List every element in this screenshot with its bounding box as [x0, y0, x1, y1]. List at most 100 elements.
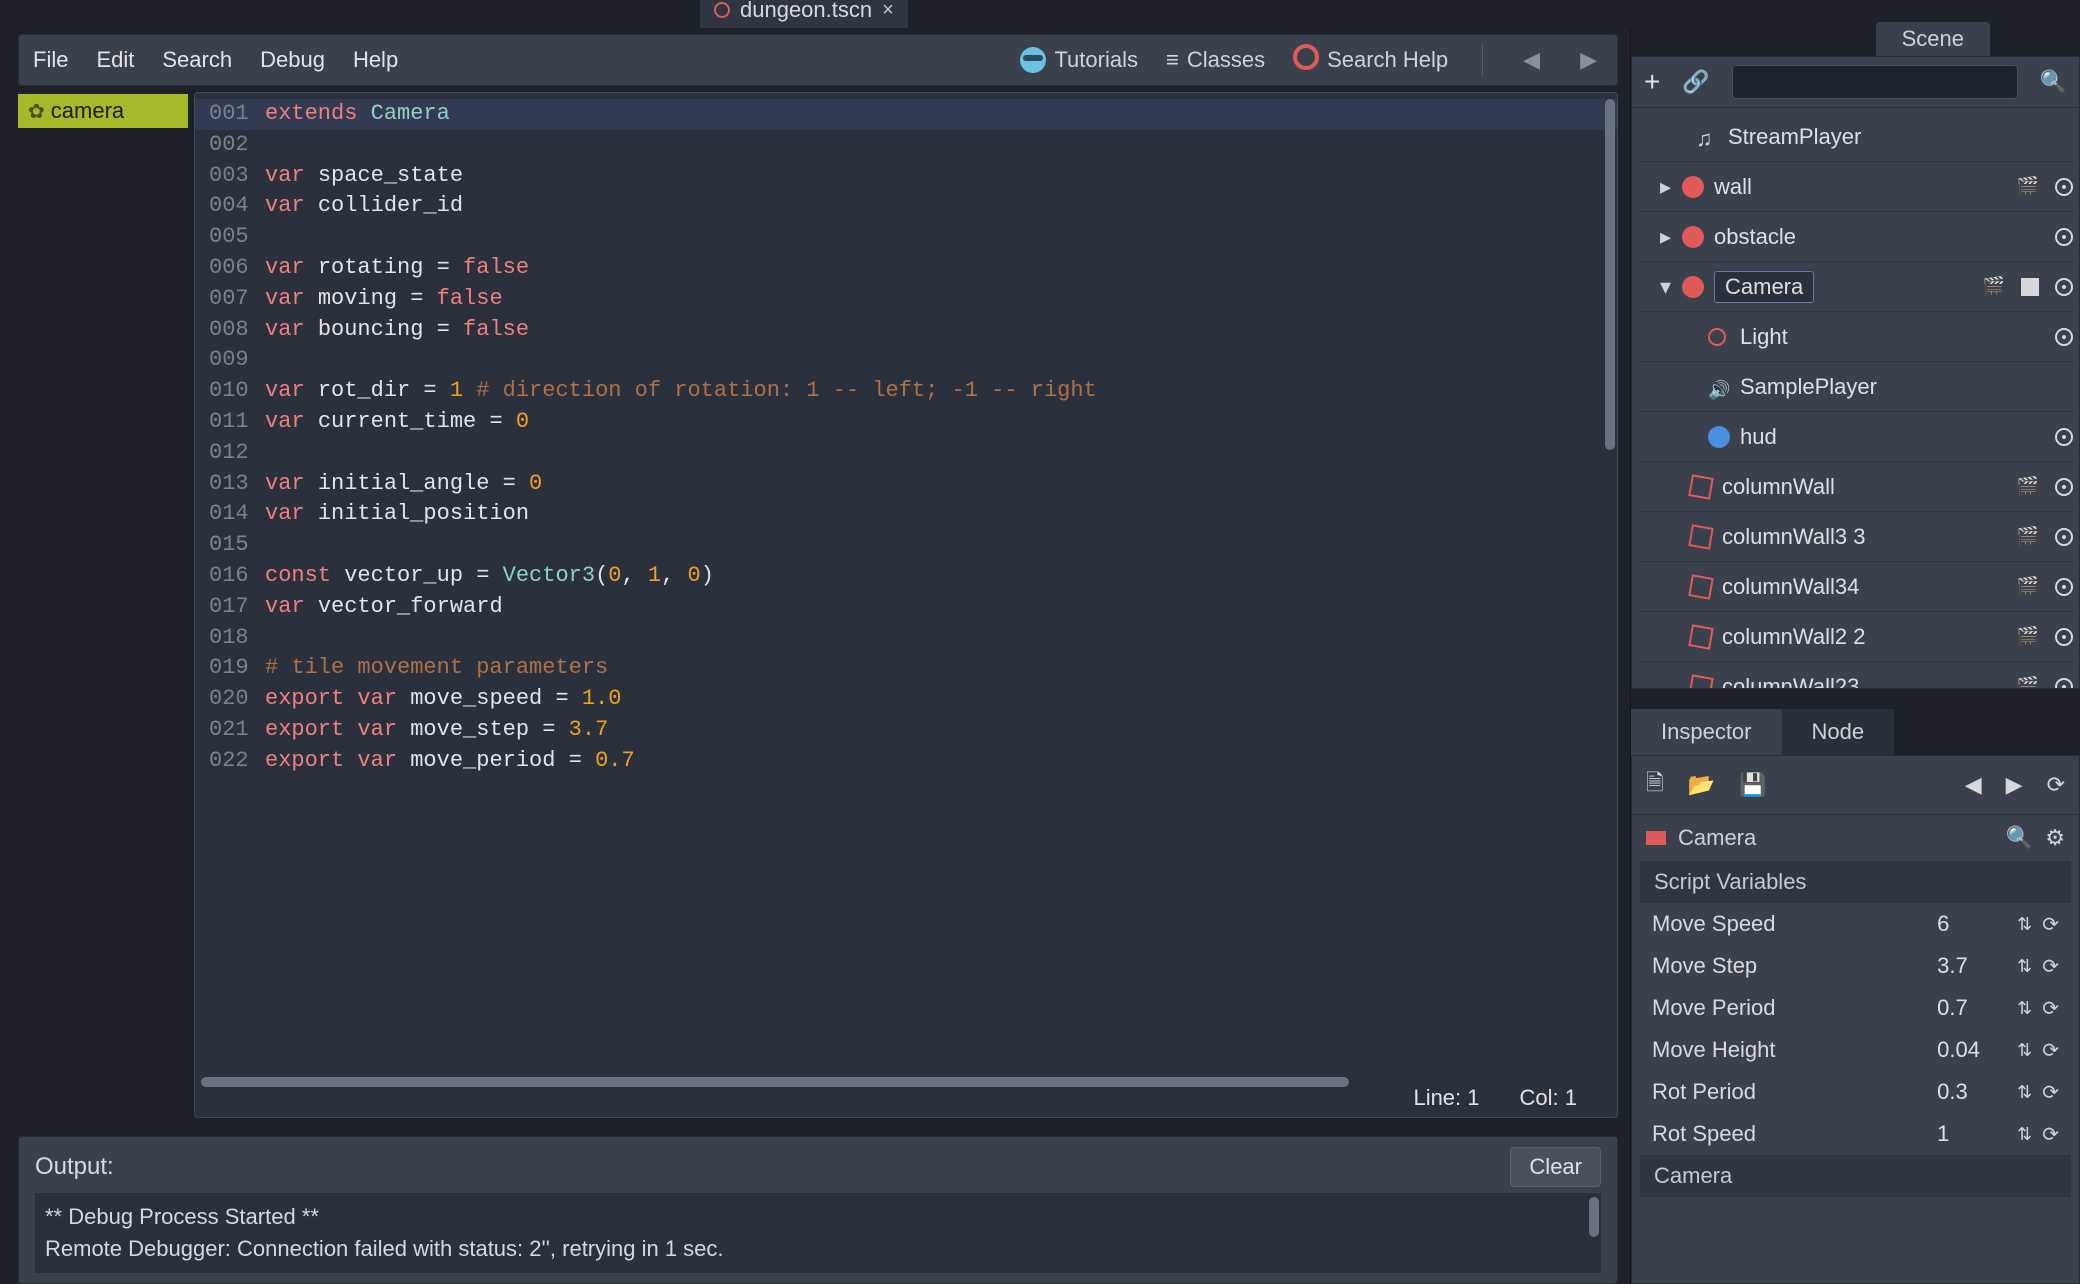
code-line[interactable]: 012	[195, 438, 1617, 469]
open-scene-icon[interactable]: 🎬	[2017, 176, 2039, 197]
stepper-icon[interactable]: ⇅	[2017, 1040, 2032, 1061]
tab-node[interactable]: Node	[1782, 709, 1895, 755]
reset-icon[interactable]: ⟳	[2042, 954, 2059, 979]
tree-expand-icon[interactable]: ▾	[1660, 274, 1678, 300]
editor-scrollbar-vertical[interactable]	[1605, 99, 1615, 1073]
scene-node[interactable]: columnWall🎬	[1638, 462, 2073, 512]
history-back-icon[interactable]: ◀	[1965, 772, 1982, 798]
visibility-icon[interactable]	[2055, 428, 2073, 446]
code-line[interactable]: 020export var move_speed = 1.0	[195, 684, 1617, 715]
reset-icon[interactable]: ⟳	[2042, 912, 2059, 937]
visibility-icon[interactable]	[2055, 328, 2073, 346]
code-line[interactable]: 010var rot_dir = 1 # direction of rotati…	[195, 376, 1617, 407]
reset-icon[interactable]: ⟳	[2042, 996, 2059, 1021]
reset-icon[interactable]: ⟳	[2042, 1080, 2059, 1105]
scene-search-input[interactable]	[1732, 65, 2018, 99]
property-value[interactable]: 0.04	[1937, 1037, 2007, 1063]
menu-file[interactable]: File	[33, 47, 68, 73]
scene-tree[interactable]: StreamPlayer▸wall🎬▸obstacle▾Camera🎬Light…	[1632, 108, 2079, 688]
code-line[interactable]: 019# tile movement parameters	[195, 653, 1617, 684]
tree-expand-icon[interactable]: ▸	[1660, 224, 1678, 250]
code-line[interactable]: 003var space_state	[195, 161, 1617, 192]
code-line[interactable]: 015	[195, 530, 1617, 561]
code-line[interactable]: 018	[195, 623, 1617, 654]
code-line[interactable]: 007var moving = false	[195, 284, 1617, 315]
open-resource-icon[interactable]: 📂	[1688, 772, 1715, 798]
scene-tab[interactable]: Scene	[1876, 22, 1990, 56]
open-script-icon[interactable]	[2021, 278, 2039, 296]
scene-node[interactable]: Light	[1638, 312, 2073, 362]
code-line[interactable]: 002	[195, 130, 1617, 161]
open-scene-icon[interactable]: 🎬	[2017, 676, 2039, 688]
property-value[interactable]: 6	[1937, 911, 2007, 937]
nav-forward-button[interactable]: ▶	[1574, 47, 1603, 73]
open-scene-icon[interactable]: 🎬	[1983, 276, 2005, 297]
classes-button[interactable]: Classes	[1166, 47, 1265, 73]
editor-scrollbar-horizontal[interactable]	[201, 1077, 1601, 1087]
menu-search[interactable]: Search	[162, 47, 232, 73]
output-scrollbar[interactable]	[1589, 1197, 1599, 1237]
tab-inspector[interactable]: Inspector	[1631, 709, 1782, 755]
code-line[interactable]: 016const vector_up = Vector3(0, 1, 0)	[195, 561, 1617, 592]
code-line[interactable]: 014var initial_position	[195, 499, 1617, 530]
open-scene-icon[interactable]: 🎬	[2017, 576, 2039, 597]
open-scene-icon[interactable]: 🎬	[2017, 476, 2039, 497]
code-line[interactable]: 004var collider_id	[195, 191, 1617, 222]
open-scene-icon[interactable]: 🎬	[2017, 626, 2039, 647]
clear-button[interactable]: Clear	[1510, 1147, 1601, 1187]
add-node-button[interactable]: +	[1644, 66, 1660, 98]
file-tab[interactable]: dungeon.tscn ×	[700, 0, 908, 28]
history-forward-icon[interactable]: ▶	[2006, 772, 2023, 798]
new-resource-icon[interactable]: 🗎	[1646, 766, 1664, 804]
visibility-icon[interactable]	[2055, 578, 2073, 596]
code-line[interactable]: 008var bouncing = false	[195, 315, 1617, 346]
property-value[interactable]: 1	[1937, 1121, 2007, 1147]
visibility-icon[interactable]	[2055, 478, 2073, 496]
script-list-item[interactable]: ✿ camera	[18, 94, 188, 128]
property-value[interactable]: 0.7	[1937, 995, 2007, 1021]
visibility-icon[interactable]	[2055, 178, 2073, 196]
scene-node[interactable]: columnWall23🎬	[1638, 662, 2073, 688]
scene-node[interactable]: ▸obstacle	[1638, 212, 2073, 262]
reset-icon[interactable]: ⟳	[2042, 1122, 2059, 1147]
open-scene-icon[interactable]: 🎬	[2017, 526, 2039, 547]
scene-node[interactable]: columnWall3 3🎬	[1638, 512, 2073, 562]
scene-node[interactable]: StreamPlayer	[1638, 112, 2073, 162]
search-help-button[interactable]: Search Help	[1293, 44, 1448, 76]
menu-debug[interactable]: Debug	[260, 47, 325, 73]
scene-node[interactable]: hud	[1638, 412, 2073, 462]
nav-back-button[interactable]: ◀	[1517, 47, 1546, 73]
stepper-icon[interactable]: ⇅	[2017, 1082, 2032, 1103]
code-line[interactable]: 006var rotating = false	[195, 253, 1617, 284]
visibility-icon[interactable]	[2055, 228, 2073, 246]
code-line[interactable]: 001extends Camera	[195, 99, 1617, 130]
object-settings-icon[interactable]: ⚙	[2045, 825, 2065, 851]
instance-scene-button[interactable]: 🔗	[1682, 69, 1709, 95]
stepper-icon[interactable]: ⇅	[2017, 914, 2032, 935]
close-icon[interactable]: ×	[882, 0, 894, 22]
code-line[interactable]: 005	[195, 222, 1617, 253]
save-resource-icon[interactable]: 💾	[1739, 772, 1766, 798]
code-line[interactable]: 013var initial_angle = 0	[195, 469, 1617, 500]
visibility-icon[interactable]	[2055, 628, 2073, 646]
object-search-icon[interactable]: 🔍	[2006, 825, 2033, 851]
search-icon[interactable]: 🔍	[2040, 69, 2067, 95]
stepper-icon[interactable]: ⇅	[2017, 998, 2032, 1019]
scene-node[interactable]: SamplePlayer	[1638, 362, 2073, 412]
reset-icon[interactable]: ⟳	[2042, 1038, 2059, 1063]
stepper-icon[interactable]: ⇅	[2017, 1124, 2032, 1145]
code-editor[interactable]: 001extends Camera002003var space_state00…	[194, 92, 1618, 1118]
visibility-icon[interactable]	[2055, 528, 2073, 546]
code-line[interactable]: 017var vector_forward	[195, 592, 1617, 623]
menu-edit[interactable]: Edit	[96, 47, 134, 73]
code-line[interactable]: 009	[195, 345, 1617, 376]
property-value[interactable]: 0.3	[1937, 1079, 2007, 1105]
menu-help[interactable]: Help	[353, 47, 398, 73]
scene-node[interactable]: columnWall2 2🎬	[1638, 612, 2073, 662]
scene-node[interactable]: ▾Camera🎬	[1638, 262, 2073, 312]
tutorials-button[interactable]: Tutorials	[1020, 47, 1138, 73]
stepper-icon[interactable]: ⇅	[2017, 956, 2032, 977]
history-icon[interactable]: ⟳	[2047, 772, 2065, 798]
scene-node[interactable]: ▸wall🎬	[1638, 162, 2073, 212]
code-line[interactable]: 022export var move_period = 0.7	[195, 746, 1617, 777]
